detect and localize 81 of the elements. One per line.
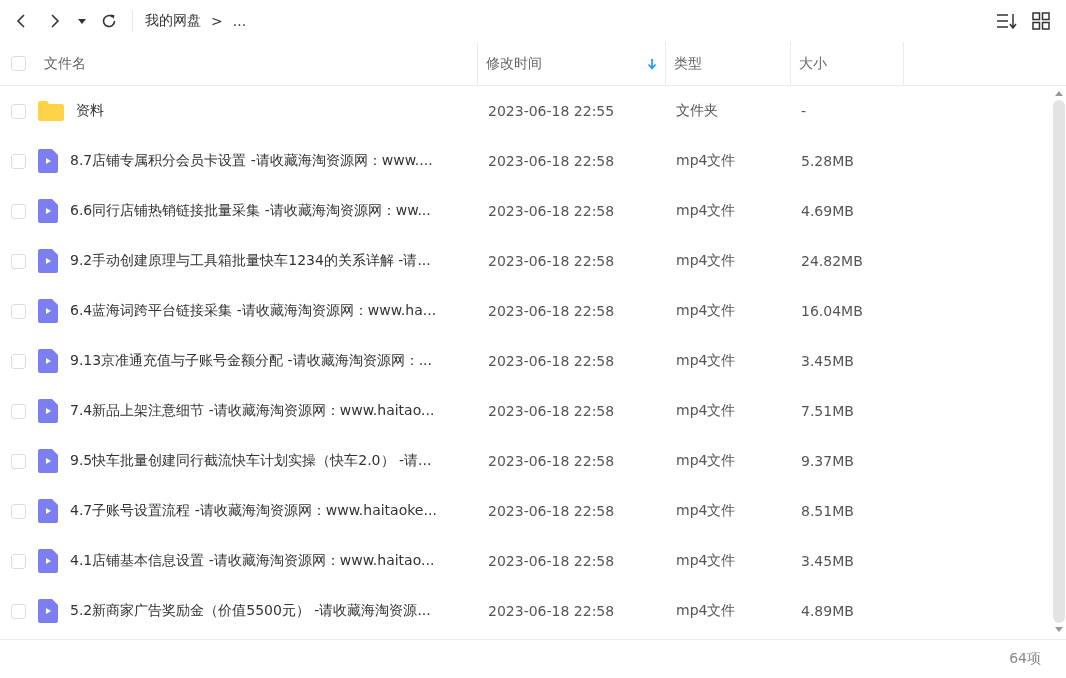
row-checkbox[interactable] <box>10 403 26 419</box>
row-checkbox[interactable] <box>10 303 26 319</box>
select-all-checkbox[interactable] <box>10 56 26 71</box>
column-header[interactable]: 文件名 <box>36 42 478 85</box>
video-file-icon <box>38 449 58 473</box>
video-file-icon <box>38 199 58 223</box>
item-count: 64项 <box>1009 650 1041 668</box>
folder-icon <box>38 101 64 121</box>
video-file-icon <box>38 599 58 623</box>
row-checkbox[interactable] <box>10 203 26 219</box>
file-size: 3.45MB <box>800 553 855 569</box>
file-name[interactable]: 9.13京准通充值与子账号金额分配 -请收藏海淘资源网：... <box>70 352 433 370</box>
file-name[interactable]: 9.2手动创建原理与工具箱批量快车1234的关系详解 -请... <box>70 252 431 270</box>
sort-descending-icon <box>647 57 657 70</box>
file-type: mp4文件 <box>675 202 737 220</box>
file-name[interactable]: 6.6同行店铺热销链接批量采集 -请收藏海淘资源网：ww... <box>70 202 431 220</box>
modified-time: 2023-06-18 22:58 <box>487 203 616 219</box>
file-size: 7.51MB <box>800 403 855 419</box>
row-checkbox[interactable] <box>10 103 26 119</box>
column-header[interactable]: 类型 <box>666 42 791 85</box>
video-file-icon <box>38 499 58 523</box>
file-name[interactable]: 资料 <box>76 102 104 120</box>
row-checkbox[interactable] <box>10 353 26 369</box>
modified-time: 2023-06-18 22:58 <box>487 153 616 169</box>
file-size: 5.28MB <box>800 153 855 169</box>
video-file-icon <box>38 399 58 423</box>
refresh-icon <box>100 12 118 30</box>
file-name[interactable]: 7.4新品上架注意细节 -请收藏海淘资源网：www.haitao... <box>70 402 435 420</box>
file-type: mp4文件 <box>675 402 737 420</box>
row-checkbox[interactable] <box>10 603 26 619</box>
video-file-icon <box>38 349 58 373</box>
file-name[interactable]: 5.2新商家广告奖励金（价值5500元） -请收藏海淘资源... <box>70 602 431 620</box>
file-type: mp4文件 <box>675 252 737 270</box>
file-type: mp4文件 <box>675 552 737 570</box>
video-file-icon <box>38 299 58 323</box>
row-checkbox[interactable] <box>10 453 26 469</box>
row-checkbox[interactable] <box>10 503 26 519</box>
scroll-down-arrow-icon[interactable] <box>1055 627 1063 633</box>
column-header[interactable]: 修改时间 <box>478 42 666 85</box>
file-type: mp4文件 <box>675 502 737 520</box>
modified-time: 2023-06-18 22:58 <box>487 453 616 469</box>
file-name[interactable]: 8.7店铺专属积分会员卡设置 -请收藏海淘资源网：www.... <box>70 152 433 170</box>
caret-down-icon <box>77 17 87 25</box>
modified-time: 2023-06-18 22:58 <box>487 503 616 519</box>
breadcrumb-separator: > <box>211 13 223 29</box>
file-name[interactable]: 6.4蓝海词跨平台链接采集 -请收藏海淘资源网：www.ha... <box>70 302 437 320</box>
modified-time: 2023-06-18 22:58 <box>487 253 616 269</box>
file-name[interactable]: 4.1店铺基本信息设置 -请收藏海淘资源网：www.haitao... <box>70 552 435 570</box>
modified-time: 2023-06-18 22:58 <box>487 553 616 569</box>
file-size: 3.45MB <box>800 353 855 369</box>
file-size: 8.51MB <box>800 503 855 519</box>
file-size: 16.04MB <box>800 303 864 319</box>
file-size: 4.89MB <box>800 603 855 619</box>
file-size: 9.37MB <box>800 453 855 469</box>
row-checkbox[interactable] <box>10 553 26 569</box>
breadcrumb-more[interactable]: ... <box>232 13 247 29</box>
file-type: 文件夹 <box>675 102 719 120</box>
file-size: - <box>800 103 808 119</box>
modified-time: 2023-06-18 22:58 <box>487 303 616 319</box>
file-size: 4.69MB <box>800 203 855 219</box>
file-type: mp4文件 <box>675 602 737 620</box>
file-name[interactable]: 4.7子账号设置流程 -请收藏海淘资源网：www.haitaoke... <box>70 502 437 520</box>
modified-time: 2023-06-18 22:58 <box>487 603 616 619</box>
file-type: mp4文件 <box>675 152 737 170</box>
breadcrumb-link[interactable]: 我的网盘 <box>145 12 201 30</box>
video-file-icon <box>38 149 58 173</box>
video-file-icon <box>38 549 58 573</box>
file-type: mp4文件 <box>675 302 737 320</box>
file-name[interactable]: 9.5快车批量创建同行截流快车计划实操（快车2.0） -请... <box>70 452 432 470</box>
row-checkbox[interactable] <box>10 153 26 169</box>
modified-time: 2023-06-18 22:58 <box>487 403 616 419</box>
modified-time: 2023-06-18 22:55 <box>487 103 616 119</box>
video-file-icon <box>38 249 58 273</box>
scroll-up-arrow-icon[interactable] <box>1055 90 1063 96</box>
column-header[interactable]: 大小 <box>791 42 904 85</box>
file-type: mp4文件 <box>675 352 737 370</box>
modified-time: 2023-06-18 22:58 <box>487 353 616 369</box>
scrollbar-thumb[interactable] <box>1053 100 1065 623</box>
row-checkbox[interactable] <box>10 253 26 269</box>
file-size: 24.82MB <box>800 253 864 269</box>
file-type: mp4文件 <box>675 452 737 470</box>
